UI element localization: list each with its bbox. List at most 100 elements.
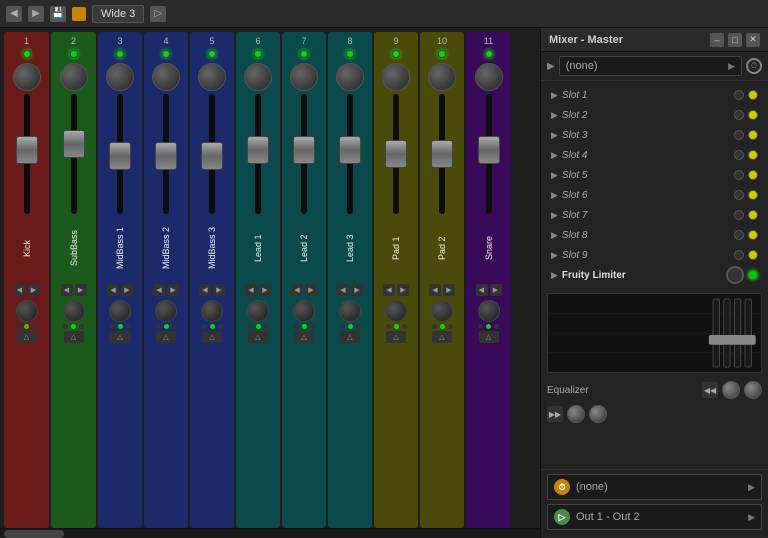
ch-fader-handle[interactable]	[109, 142, 131, 170]
mixer-scrollbar[interactable]	[0, 528, 540, 538]
ch-arrow-left[interactable]: ◀	[14, 284, 26, 296]
ch-solo-btn[interactable]: △	[294, 331, 314, 343]
ch-pan-knob[interactable]	[13, 63, 41, 91]
ch-fader-handle[interactable]	[431, 140, 453, 168]
ch-fader-handle[interactable]	[385, 140, 407, 168]
ch-solo-btn[interactable]: △	[202, 331, 222, 343]
ch-arrow-right[interactable]: ▶	[305, 284, 317, 296]
ch-fader-handle[interactable]	[478, 136, 500, 164]
ch-arrow-left[interactable]: ◀	[337, 284, 349, 296]
ch-pan-knob[interactable]	[60, 63, 88, 91]
ch-solo-btn[interactable]: △	[64, 331, 84, 343]
ch-arrow-left[interactable]: ◀	[107, 284, 119, 296]
slot-6-row[interactable]: ▶ Slot 6	[547, 185, 762, 205]
slot-9-row[interactable]: ▶ Slot 9	[547, 245, 762, 265]
ch-fader-handle[interactable]	[63, 130, 85, 158]
save-icon[interactable]: 💾	[50, 6, 66, 22]
ch-pan-knob[interactable]	[106, 63, 134, 91]
ch-small-knob[interactable]	[385, 300, 407, 322]
ch-arrow-right[interactable]: ▶	[397, 284, 409, 296]
clock-icon[interactable]: ⏱	[746, 58, 762, 74]
ch-arrow-right[interactable]: ▶	[213, 284, 225, 296]
ch-pan-knob[interactable]	[475, 63, 503, 91]
ch-arrow-left[interactable]: ◀	[476, 284, 488, 296]
slot-4-row[interactable]: ▶ Slot 4	[547, 145, 762, 165]
ch-pan-knob[interactable]	[382, 63, 410, 91]
ch-arrow-left[interactable]: ◀	[383, 284, 395, 296]
ch-pan-knob[interactable]	[290, 63, 318, 91]
top-channel-dropdown[interactable]: (none) ▶	[559, 56, 742, 76]
ch-arrow-left[interactable]: ◀	[245, 284, 257, 296]
ch-arrow-left[interactable]: ◀	[61, 284, 73, 296]
color-icon[interactable]	[72, 7, 86, 21]
ch-arrow-left[interactable]: ◀	[429, 284, 441, 296]
ch-pan-knob[interactable]	[428, 63, 456, 91]
ch-pan-knob[interactable]	[198, 63, 226, 91]
ch-small-knob[interactable]	[293, 300, 315, 322]
ch-solo-btn[interactable]: △	[340, 331, 360, 343]
slot-8-row[interactable]: ▶ Slot 8	[547, 225, 762, 245]
ch-arrows: ◀ ▶	[291, 284, 317, 296]
ch-arrow-right[interactable]: ▶	[75, 284, 87, 296]
ch-arrow-left[interactable]: ◀	[153, 284, 165, 296]
eq-knob-2[interactable]	[744, 381, 762, 399]
fruity-limiter-row[interactable]: ▶ Fruity Limiter	[547, 265, 762, 285]
ch-small-knob[interactable]	[339, 300, 361, 322]
arrow-left-icon[interactable]: ◀	[6, 6, 22, 22]
ch-small-knob[interactable]	[478, 300, 500, 322]
ch-arrow-right[interactable]: ▶	[443, 284, 455, 296]
ch-arrow-right[interactable]: ▶	[167, 284, 179, 296]
ch-fader-handle[interactable]	[339, 136, 361, 164]
eq-knob-1[interactable]	[722, 381, 740, 399]
ch-small-knob[interactable]	[16, 300, 38, 322]
preset-label[interactable]: Wide 3	[92, 5, 144, 23]
ch-fader-handle[interactable]	[247, 136, 269, 164]
ch-pan-knob[interactable]	[152, 63, 180, 91]
ch-small-knob[interactable]	[201, 300, 223, 322]
slot-arrow: ▶	[551, 90, 558, 101]
close-button[interactable]: ✕	[746, 33, 760, 47]
ch-solo-btn[interactable]: △	[17, 331, 37, 343]
ch-pan-knob[interactable]	[336, 63, 364, 91]
ch-solo-btn[interactable]: △	[156, 331, 176, 343]
channel-nav-left[interactable]: ▶	[547, 61, 555, 72]
ch-small-knob[interactable]	[155, 300, 177, 322]
eq-prev-btn[interactable]: ◀◀	[702, 382, 718, 398]
ch-arrow-right[interactable]: ▶	[121, 284, 133, 296]
ch-solo-btn[interactable]: △	[479, 331, 499, 343]
none-dropdown[interactable]: ⏱ (none) ▶	[547, 474, 762, 500]
slot-2-row[interactable]: ▶ Slot 2	[547, 105, 762, 125]
eq-knob-3[interactable]	[567, 405, 585, 423]
maximize-button[interactable]: □	[728, 33, 742, 47]
ch-arrow-right[interactable]: ▶	[351, 284, 363, 296]
ch-small-knob[interactable]	[431, 300, 453, 322]
ch-arrow-right[interactable]: ▶	[259, 284, 271, 296]
ch-solo-btn[interactable]: △	[248, 331, 268, 343]
ch-arrow-left[interactable]: ◀	[291, 284, 303, 296]
expand-icon[interactable]: ▷	[150, 6, 166, 22]
ch-solo-btn[interactable]: △	[386, 331, 406, 343]
arrow-right-icon[interactable]: ▶	[28, 6, 44, 22]
ch-fader-handle[interactable]	[293, 136, 315, 164]
ch-fader-handle[interactable]	[16, 136, 38, 164]
ch-small-knob[interactable]	[109, 300, 131, 322]
ch-arrow-right[interactable]: ▶	[490, 284, 502, 296]
ch-small-knob[interactable]	[63, 300, 85, 322]
ch-arrow-left[interactable]: ◀	[199, 284, 211, 296]
ch-pan-knob[interactable]	[244, 63, 272, 91]
eq-knob-4[interactable]	[589, 405, 607, 423]
out-dropdown[interactable]: ▷ Out 1 - Out 2 ▶	[547, 504, 762, 530]
ch-small-knob[interactable]	[247, 300, 269, 322]
slot-7-row[interactable]: ▶ Slot 7	[547, 205, 762, 225]
scroll-thumb[interactable]	[4, 530, 64, 538]
slot-3-row[interactable]: ▶ Slot 3	[547, 125, 762, 145]
ch-arrow-right[interactable]: ▶	[28, 284, 40, 296]
ch-fader-handle[interactable]	[201, 142, 223, 170]
minimize-button[interactable]: –	[710, 33, 724, 47]
eq-next-btn[interactable]: ▶▶	[547, 406, 563, 422]
slot-5-row[interactable]: ▶ Slot 5	[547, 165, 762, 185]
slot-1-row[interactable]: ▶ Slot 1	[547, 85, 762, 105]
ch-solo-btn[interactable]: △	[110, 331, 130, 343]
ch-fader-handle[interactable]	[155, 142, 177, 170]
ch-solo-btn[interactable]: △	[432, 331, 452, 343]
